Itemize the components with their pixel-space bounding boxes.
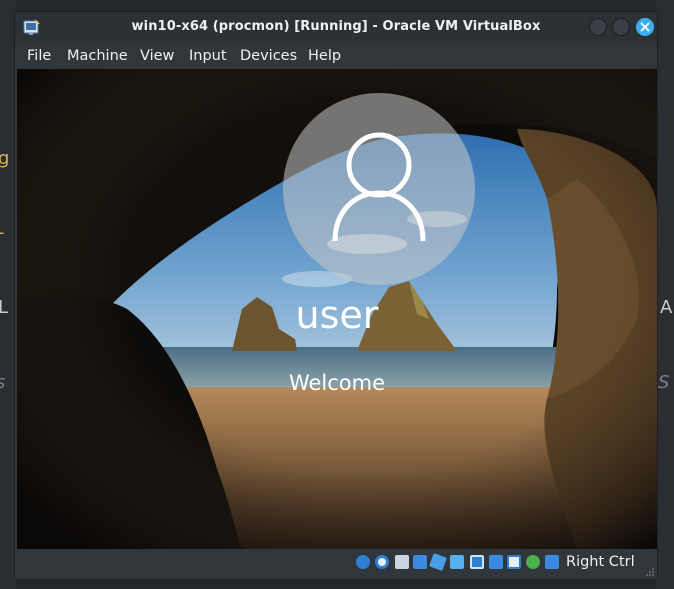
mouse-integration-icon[interactable]: [526, 555, 540, 569]
keyboard-capture-icon[interactable]: [545, 555, 559, 569]
recording-icon[interactable]: [489, 555, 503, 569]
menu-view[interactable]: View: [140, 48, 174, 64]
minimize-button[interactable]: [589, 18, 607, 36]
display-icon[interactable]: [470, 555, 484, 569]
status-bar: Right Ctrl: [15, 549, 657, 579]
hard-disk-icon[interactable]: [356, 555, 370, 569]
close-icon: [640, 22, 650, 32]
maximize-button[interactable]: [612, 18, 630, 36]
audio-icon[interactable]: [395, 555, 409, 569]
window-title: win10-x64 (procmon) [Running] - Oracle V…: [131, 19, 541, 34]
title-bar[interactable]: win10-x64 (procmon) [Running] - Oracle V…: [15, 12, 657, 44]
edge-glyph: -: [0, 222, 5, 243]
virtualbox-window: win10-x64 (procmon) [Running] - Oracle V…: [14, 11, 658, 579]
menu-machine[interactable]: Machine: [67, 48, 128, 64]
optical-drive-icon[interactable]: [375, 555, 389, 569]
menu-file[interactable]: File: [27, 48, 51, 64]
background-desktop-right: A S: [656, 0, 674, 589]
edge-glyph: S: [658, 372, 670, 393]
menu-help[interactable]: Help: [308, 48, 341, 64]
network-icon[interactable]: [413, 555, 427, 569]
lock-screen-username: user: [295, 293, 379, 337]
user-avatar-icon: [332, 132, 426, 242]
menu-bar: File Machine View Input Devices Help: [15, 44, 657, 70]
edge-glyph: g: [0, 148, 10, 169]
menu-devices[interactable]: Devices: [240, 48, 297, 64]
lock-screen-status: Welcome: [288, 371, 386, 395]
resize-grip-icon[interactable]: [645, 567, 655, 577]
edge-glyph: A: [660, 297, 673, 318]
usb-icon[interactable]: [429, 553, 447, 571]
menu-input[interactable]: Input: [189, 48, 227, 64]
cpu-virtualization-icon[interactable]: [507, 555, 521, 569]
close-button[interactable]: [636, 18, 654, 36]
shared-folders-icon[interactable]: [450, 555, 464, 569]
guest-display[interactable]: user Welcome: [17, 69, 657, 549]
edge-glyph: L: [0, 297, 9, 318]
host-key-label[interactable]: Right Ctrl: [566, 554, 635, 570]
edge-glyph: s: [0, 372, 5, 393]
user-avatar[interactable]: [283, 93, 475, 285]
